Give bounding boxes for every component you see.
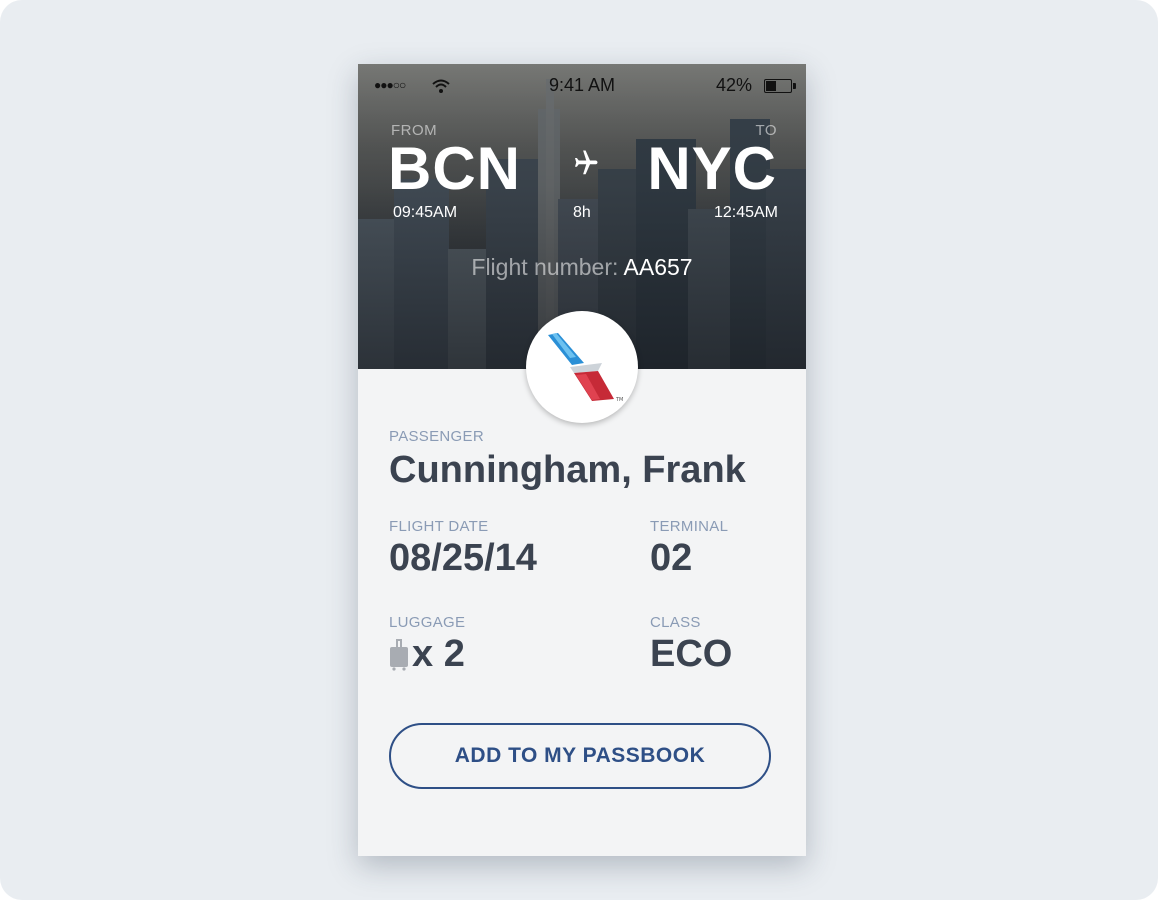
- battery-percentage: 42%: [715, 75, 752, 95]
- boarding-pass-screen: ●●●○○ 9:41 AM 42% FROM TO BCN NYC 09:45A…: [358, 64, 806, 856]
- airplane-icon: [570, 148, 600, 183]
- suitcase-icon: [389, 637, 409, 676]
- add-to-passbook-button[interactable]: ADD TO MY PASSBOOK: [389, 723, 771, 789]
- airline-logo: TM: [526, 311, 638, 423]
- destination-code: NYC: [647, 135, 777, 202]
- flight-duration: 8h: [573, 204, 591, 221]
- flight-number-row: Flight number: AA657: [358, 254, 806, 281]
- flight-date-label: FLIGHT DATE: [389, 518, 489, 535]
- departure-time: 09:45AM: [393, 204, 458, 221]
- background-canvas: ●●●○○ 9:41 AM 42% FROM TO BCN NYC 09:45A…: [0, 0, 1158, 900]
- passenger-label: PASSENGER: [389, 428, 484, 445]
- luggage-label: LUGGAGE: [389, 614, 466, 631]
- arrival-time: 12:45AM: [713, 204, 778, 221]
- status-bar: ●●●○○ 9:41 AM 42%: [358, 64, 806, 108]
- battery-icon: [764, 79, 796, 93]
- origin-code: BCN: [388, 135, 521, 202]
- svg-text:TM: TM: [615, 397, 623, 403]
- class-label: CLASS: [650, 614, 701, 631]
- terminal-value: 02: [650, 537, 693, 579]
- luggage-count: x 2: [412, 633, 465, 675]
- class-value: ECO: [650, 633, 733, 675]
- flight-number-label: Flight number:: [471, 254, 619, 280]
- terminal-label: TERMINAL: [650, 518, 729, 535]
- flight-number: AA657: [623, 254, 693, 280]
- flight-date: 08/25/14: [389, 537, 537, 579]
- passenger-name: Cunningham, Frank: [389, 449, 746, 491]
